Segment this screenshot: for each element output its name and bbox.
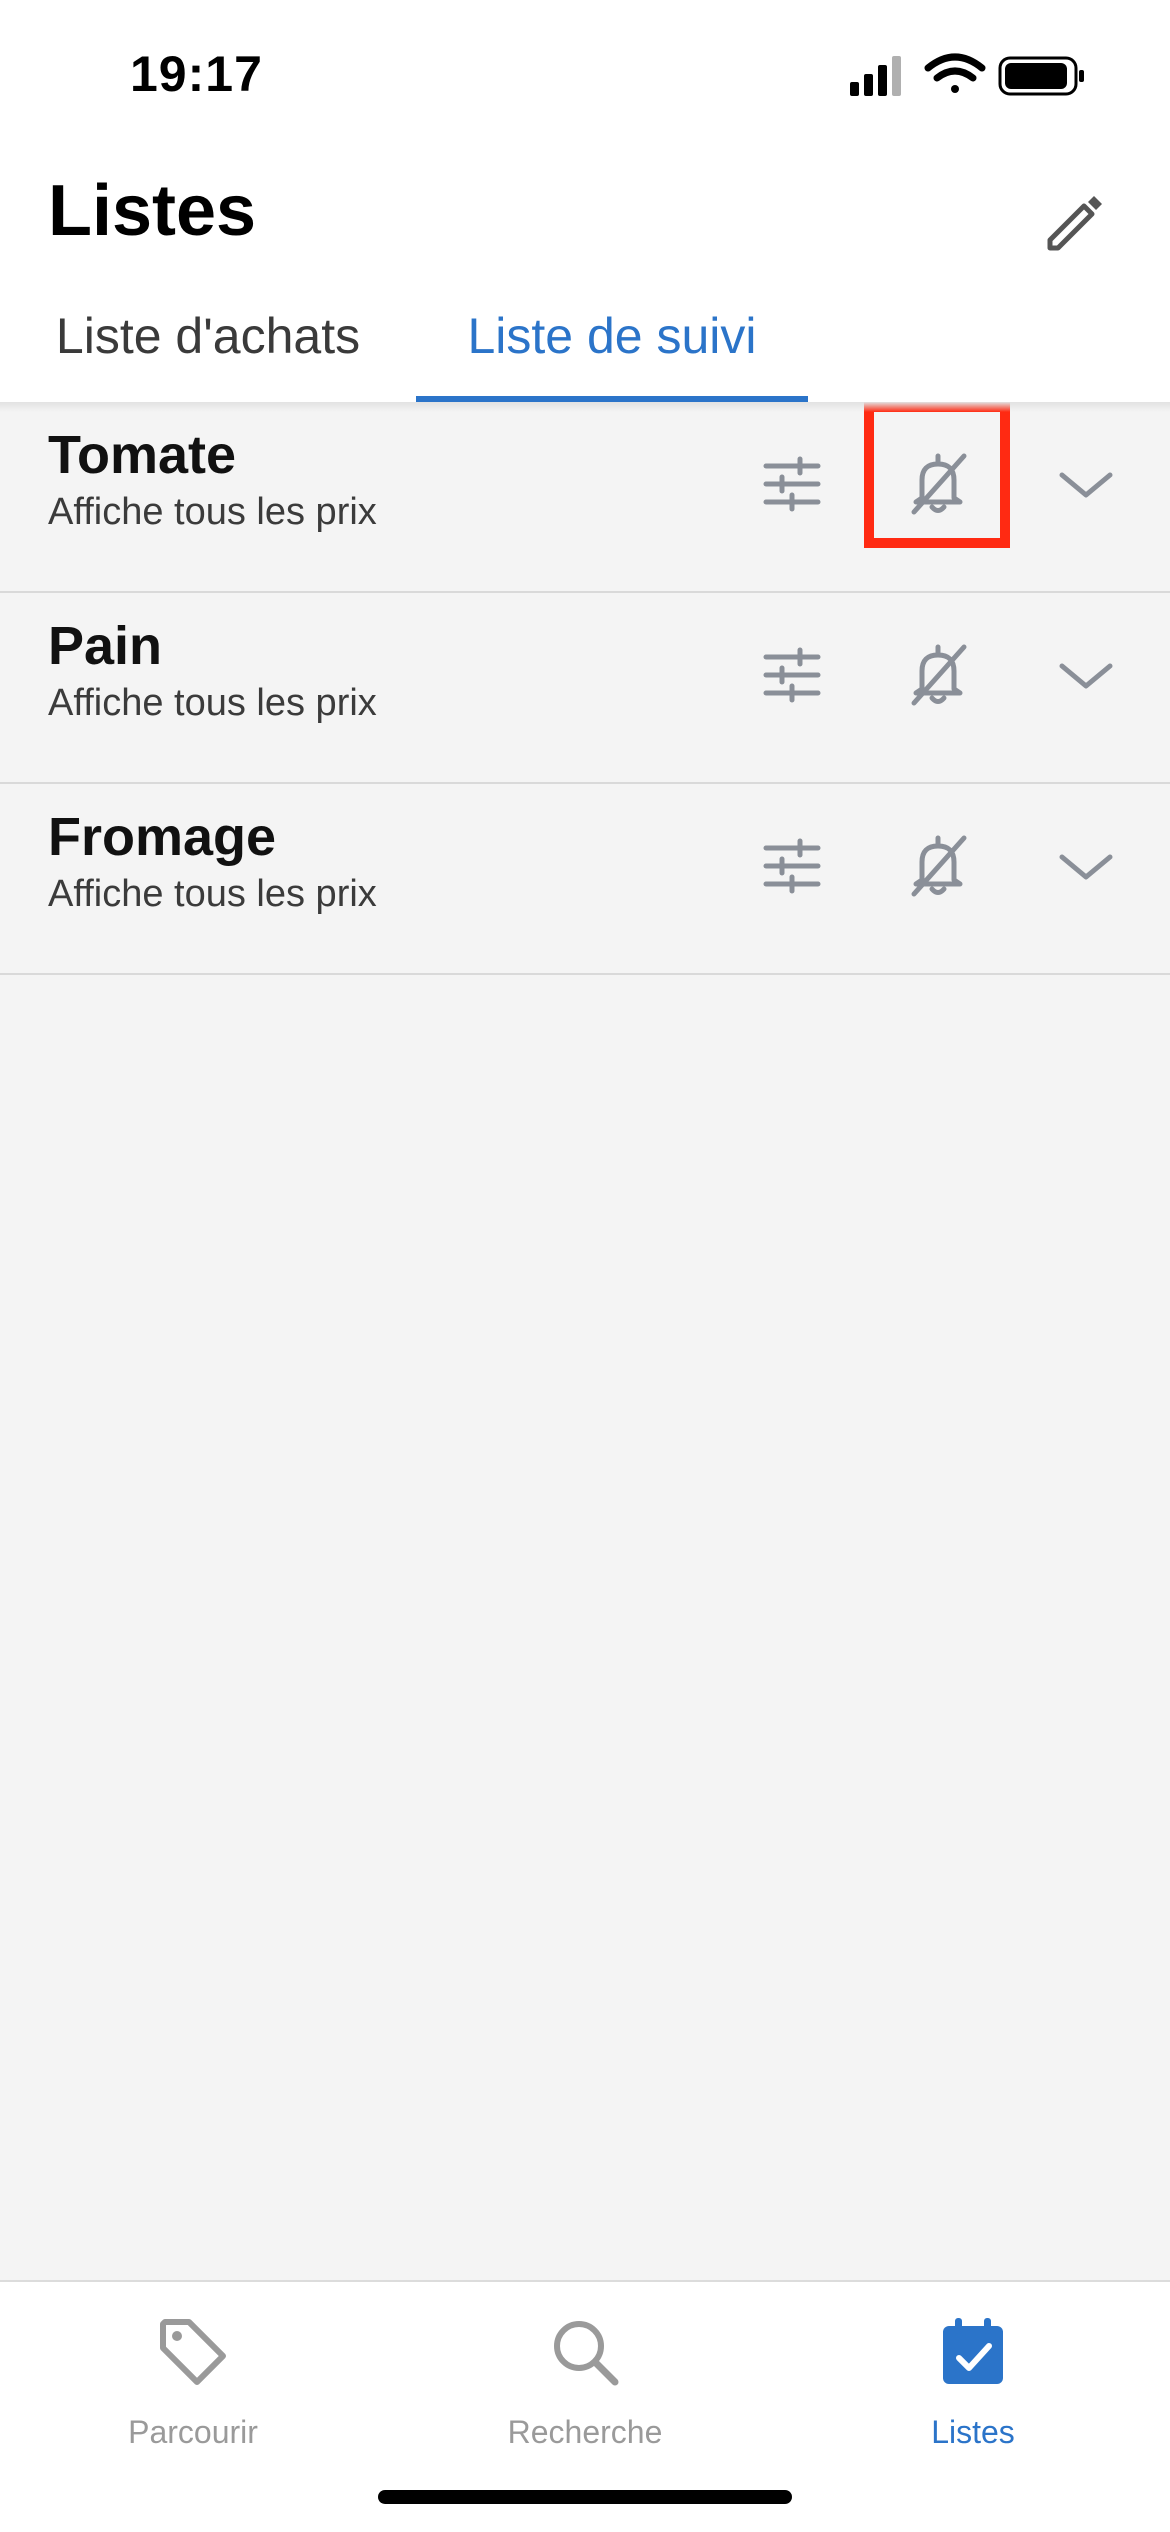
expand-button[interactable] bbox=[1036, 432, 1136, 536]
battery-icon bbox=[998, 56, 1084, 96]
wifi-icon bbox=[924, 53, 986, 93]
watch-list: Tomate Affiche tous les prix Pain Affich… bbox=[0, 402, 1170, 975]
sliders-icon bbox=[763, 456, 821, 512]
notification-toggle[interactable] bbox=[886, 623, 990, 727]
tag-icon bbox=[143, 2302, 243, 2402]
item-subtitle: Affiche tous les prix bbox=[48, 682, 377, 724]
item-subtitle: Affiche tous les prix bbox=[48, 873, 377, 915]
status-time: 19:17 bbox=[130, 46, 263, 102]
list-item[interactable]: Fromage Affiche tous les prix bbox=[0, 784, 1170, 975]
chevron-down-icon bbox=[1059, 663, 1113, 689]
tab-liste-achats[interactable]: Liste d'achats bbox=[0, 270, 416, 402]
nav-recherche[interactable]: Recherche bbox=[455, 2302, 715, 2452]
filter-button[interactable] bbox=[740, 814, 844, 918]
page-title: Listes bbox=[48, 171, 257, 251]
status-icons bbox=[850, 52, 1090, 102]
filter-button[interactable] bbox=[740, 623, 844, 727]
tab-bar: Liste d'achats Liste de suivi bbox=[0, 270, 1170, 402]
header: Listes Liste d'achats Liste de suivi bbox=[0, 150, 1170, 402]
list-item[interactable]: Tomate Affiche tous les prix bbox=[0, 402, 1170, 593]
item-name: Fromage bbox=[48, 807, 277, 867]
expand-button[interactable] bbox=[1036, 623, 1136, 727]
tab-liste-suivi[interactable]: Liste de suivi bbox=[416, 270, 808, 402]
filter-button[interactable] bbox=[740, 432, 844, 536]
nav-label: Parcourir bbox=[128, 2414, 258, 2450]
chevron-down-icon bbox=[1059, 472, 1113, 498]
edit-button[interactable] bbox=[1022, 172, 1122, 272]
bell-off-icon bbox=[911, 835, 967, 897]
nav-listes[interactable]: Listes bbox=[843, 2302, 1103, 2452]
bell-off-icon bbox=[911, 644, 967, 706]
notification-toggle[interactable] bbox=[886, 814, 990, 918]
status-bar: 19:17 bbox=[0, 0, 1170, 150]
signal-icon bbox=[850, 56, 901, 96]
nav-label: Listes bbox=[931, 2414, 1015, 2450]
item-subtitle: Affiche tous les prix bbox=[48, 491, 377, 533]
item-name: Pain bbox=[48, 616, 163, 676]
nav-parcourir[interactable]: Parcourir bbox=[63, 2302, 323, 2452]
sliders-icon bbox=[763, 647, 821, 703]
calendar-check-icon bbox=[923, 2302, 1023, 2402]
home-indicator bbox=[378, 2490, 792, 2504]
expand-button[interactable] bbox=[1036, 814, 1136, 918]
list-item[interactable]: Pain Affiche tous les prix bbox=[0, 593, 1170, 784]
highlight-annotation bbox=[864, 402, 1010, 548]
search-icon bbox=[535, 2302, 635, 2402]
header-shadow bbox=[0, 402, 1170, 412]
chevron-down-icon bbox=[1059, 854, 1113, 880]
pencil-icon bbox=[1047, 196, 1102, 251]
nav-label: Recherche bbox=[507, 2414, 663, 2450]
sliders-icon bbox=[763, 838, 821, 894]
item-name: Tomate bbox=[48, 425, 237, 485]
